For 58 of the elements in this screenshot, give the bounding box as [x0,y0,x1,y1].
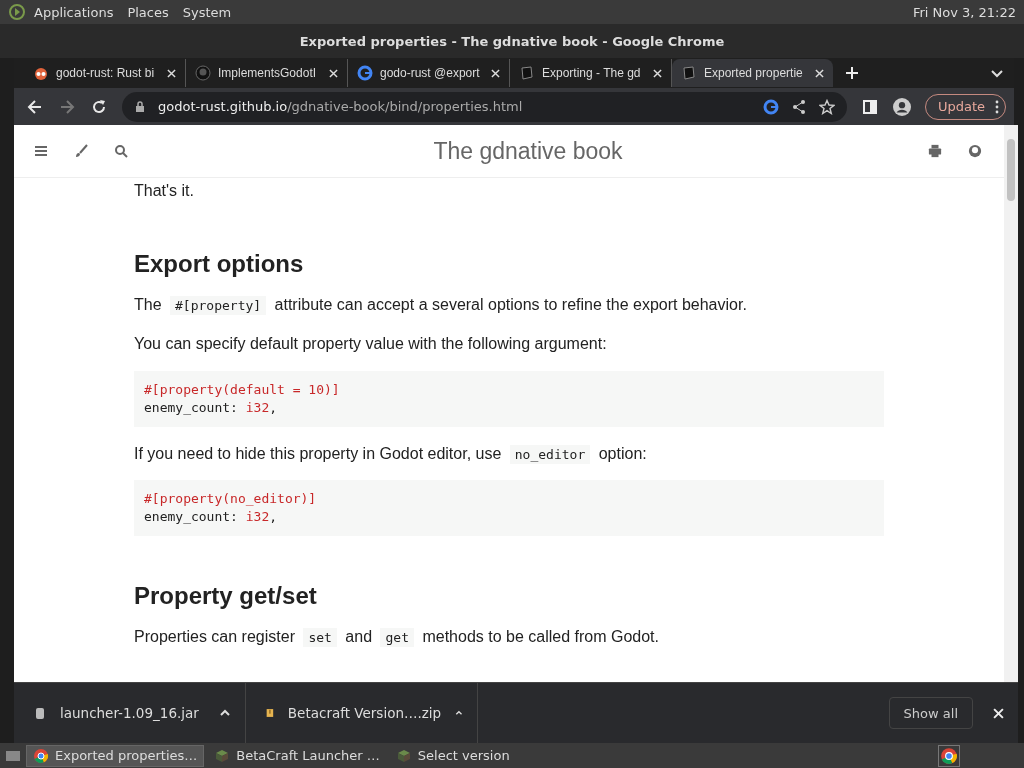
panel-menu[interactable]: Applications [34,4,114,20]
taskbar-window[interactable]: Exported properties… [26,744,205,767]
browser-tab[interactable]: ImplementsGodotI [186,59,348,87]
scrollbar[interactable] [1004,125,1018,682]
reload-icon[interactable] [90,97,108,116]
close-icon[interactable] [329,68,338,78]
browser-tab[interactable]: godo-rust @export [348,59,510,87]
close-icon[interactable] [167,68,176,78]
window-title: Exported properties - The gdnative book - Google Chrome [299,33,725,49]
lock-icon [134,100,146,113]
section-heading: Property get/set [134,582,318,611]
new-tab-icon[interactable] [845,66,859,80]
close-icon[interactable] [653,68,662,78]
brush-icon[interactable] [74,144,88,158]
browser-tab[interactable]: Exported propertie [672,59,833,87]
search-icon[interactable] [114,144,128,158]
printer-icon[interactable] [928,144,942,158]
chrome-icon[interactable] [938,744,960,767]
star-icon[interactable] [818,98,835,115]
side-panel-icon[interactable] [860,97,879,116]
section-heading: Export options [134,249,305,278]
close-icon[interactable] [491,68,500,78]
google-icon [357,65,373,81]
paragraph: That's it. [134,181,195,201]
taskbar-window[interactable]: BetaCraft Launcher … [208,745,386,766]
forward-icon[interactable] [58,97,76,116]
book-title: The gdnative book [432,137,624,165]
close-icon[interactable] [815,68,824,78]
more-icon [995,99,999,114]
google-icon[interactable] [762,98,779,115]
block-icon [395,747,412,764]
avatar-icon[interactable] [892,97,911,116]
close-icon[interactable] [993,707,1004,719]
robot-icon [33,65,49,81]
block-icon [214,747,231,764]
book-icon [519,65,535,81]
logo-icon [8,3,26,21]
browser-tab[interactable]: Exporting - The gd [510,59,672,87]
taskbar-window[interactable]: Select version [389,745,516,766]
archive-icon [266,706,274,720]
paragraph: You can specify default property value with the following argument: [134,334,608,355]
paragraph: The #[property] attribute can accept a several options to refine the export behavior. [134,294,748,317]
chrome-icon [33,747,49,764]
menu-icon[interactable] [34,144,48,158]
show-all-button[interactable]: Show all [888,697,973,729]
panel-menu[interactable]: Places [127,4,169,20]
file-icon [34,706,46,720]
paragraph: Properties can register set and get methods to be called from Godot. [134,627,660,650]
paragraph: If you need to hide this property in Godot editor, use no_editor option: [134,443,648,466]
share-icon[interactable] [790,98,807,115]
panel-menu[interactable]: System [182,4,232,20]
book-icon [681,65,697,81]
back-icon[interactable] [26,97,44,116]
code-block: #[property(no_editor)] enemy_count: i32, [134,480,884,537]
code-block: #[property(default = 10)] enemy_count: i32, [134,370,884,427]
clock: Fri Nov 3, 21:22 [912,4,1016,20]
address-bar[interactable]: godot-rust.github.io/gdnative-book/bind/properties.html [122,91,847,122]
browser-tab[interactable]: godot-rust: Rust bi [24,59,186,87]
